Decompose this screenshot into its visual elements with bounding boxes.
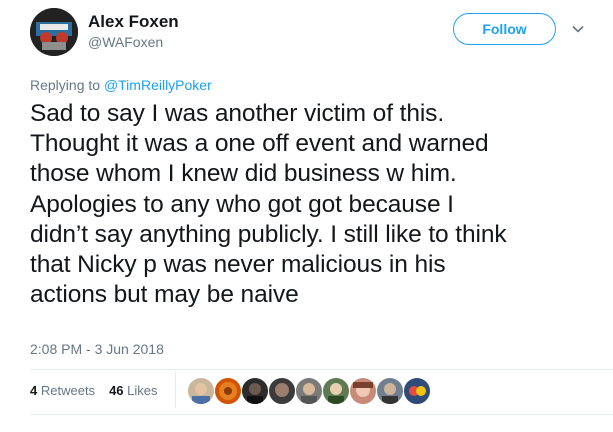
liker-avatar[interactable] xyxy=(403,377,431,405)
liker-avatar[interactable] xyxy=(322,377,350,405)
liker-avatar[interactable] xyxy=(295,377,323,405)
chevron-down-icon[interactable] xyxy=(571,22,585,36)
follow-button[interactable]: Follow xyxy=(453,13,556,45)
liker-avatar[interactable] xyxy=(349,377,377,405)
author-handle[interactable]: @WAFoxen xyxy=(88,34,163,50)
likes-count: 46 xyxy=(109,383,124,398)
liker-avatar[interactable] xyxy=(241,377,269,405)
likes-label: Likes xyxy=(127,383,158,398)
avatar-image xyxy=(30,8,78,56)
tweet-timestamp[interactable]: 2:08 PM - 3 Jun 2018 xyxy=(30,341,164,357)
retweets-stat[interactable]: 4 Retweets xyxy=(30,383,95,398)
retweets-count: 4 xyxy=(30,383,38,398)
divider xyxy=(30,369,613,370)
author-name[interactable]: Alex Foxen xyxy=(88,12,179,32)
reply-prefix: Replying to xyxy=(30,77,101,93)
liker-avatar[interactable] xyxy=(187,377,215,405)
liker-avatar[interactable] xyxy=(376,377,404,405)
tweet-text: Sad to say I was another victim of this.… xyxy=(30,100,507,309)
liker-avatar[interactable] xyxy=(214,377,242,405)
tweet-stats: 4 Retweets 46 Likes xyxy=(30,383,158,398)
author-avatar[interactable] xyxy=(30,8,78,56)
likes-stat[interactable]: 46 Likes xyxy=(109,383,157,398)
retweets-label: Retweets xyxy=(40,383,96,398)
reply-context: Replying to @TimReillyPoker xyxy=(30,77,212,93)
stats-separator xyxy=(175,372,176,408)
divider xyxy=(30,414,613,415)
reply-to-link[interactable]: @TimReillyPoker xyxy=(104,77,212,93)
liker-avatar[interactable] xyxy=(268,377,296,405)
